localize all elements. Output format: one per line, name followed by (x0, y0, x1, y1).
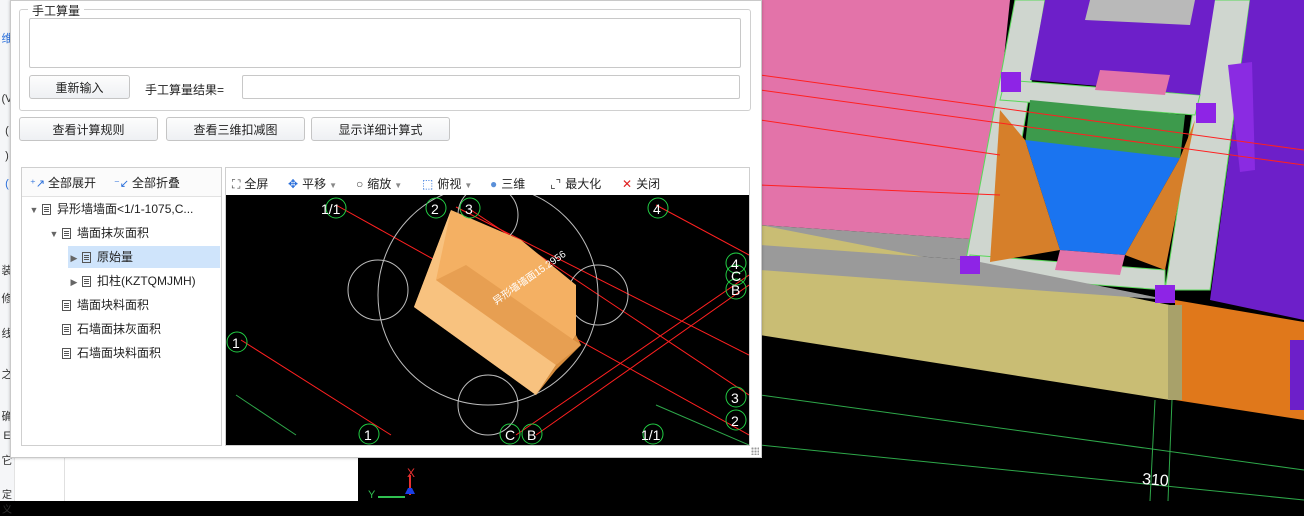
tree-item-label: 扣柱(KZTQMJMH) (97, 274, 196, 288)
close-viewer-button[interactable]: ✕ 关闭 (622, 175, 660, 192)
cube-icon: ⬚ (422, 177, 434, 191)
axis-label: 3 (731, 390, 739, 406)
maximize-label: 最大化 (565, 177, 602, 191)
zoom-button[interactable]: ○ 缩放 ▼ (356, 175, 402, 192)
3d-view-label: 三维 (501, 177, 526, 191)
axis-y-label: Y (368, 489, 376, 501)
zoom-icon: ○ (356, 177, 364, 191)
dropdown-caret-icon: ▼ (464, 181, 473, 190)
show-formula-button[interactable]: 显示详细计算式 (311, 117, 450, 141)
collapse-arrow-icon[interactable]: ▼ (28, 199, 40, 221)
axis-label: 1 (232, 335, 240, 351)
collapse-all-button[interactable]: ⁻↙ 全部折叠 (114, 174, 180, 191)
nav-char[interactable]: 定义 (0, 486, 14, 516)
expand-arrow-icon[interactable]: ▶ (68, 271, 80, 293)
fullscreen-button[interactable]: ⛶ 全屏 (232, 175, 268, 192)
axis-label: 3 (465, 201, 473, 217)
axis-labels-layer: 1/1 2 3 4 4 C B 3 2 1 1 C B 1/1 异形墙墙面15.… (226, 197, 747, 445)
manual-result-input[interactable] (242, 75, 740, 99)
wall-area-label: 异形墙墙面15.2956 (490, 247, 568, 307)
axis-x-label: X (407, 466, 416, 480)
tree-item-label: 石墙面块料面积 (77, 346, 162, 360)
axis-label: B (731, 282, 740, 298)
reenter-button[interactable]: 重新输入 (29, 75, 130, 99)
tree-item-label: 异形墙墙面<1/1-1075,C... (57, 202, 194, 216)
document-icon (62, 348, 71, 359)
dimension-label: 310 (1141, 470, 1170, 491)
pan-button[interactable]: ✥ 平移 ▼ (288, 175, 337, 192)
axis-label: 1/1 (321, 201, 341, 217)
pan-icon: ✥ (288, 177, 299, 191)
collapse-arrow-icon[interactable]: ▼ (48, 223, 60, 245)
collapse-all-icon: ⁻↙ (114, 178, 130, 190)
pan-label: 平移 (302, 177, 327, 191)
viewer-toolbar: ⛶ 全屏 ✥ 平移 ▼ ○ 缩放 ▼ ⬚ 俯视 ▼ ● 三维 ⌞⌝ 最大化 ✕ 关闭 (226, 168, 749, 196)
calculation-tree-panel: ⁺↗ 全部展开 ⁻↙ 全部折叠 ▼ 异形墙墙面<1/1-1075,C... ▼ 墙面抹灰… (21, 167, 222, 446)
tree-item-deduct-column[interactable]: ▶ 扣柱(KZTQMJMH) (68, 270, 196, 292)
expand-all-label: 全部展开 (48, 176, 97, 190)
axis-label: 1/1 (641, 427, 661, 443)
tree-item-original-quantity[interactable]: ▶ 原始量 (68, 246, 220, 268)
tree-item-plaster-area[interactable]: ▼ 墙面抹灰面积 (48, 222, 149, 244)
3d-deduction-viewer[interactable]: ⛶ 全屏 ✥ 平移 ▼ ○ 缩放 ▼ ⬚ 俯视 ▼ ● 三维 ⌞⌝ 最大化 ✕ 关闭 (225, 167, 750, 446)
tree-item-label: 原始量 (97, 250, 134, 264)
tree-item-tile-area[interactable]: 墙面块料面积 (60, 294, 149, 316)
manual-result-label: 手工算量结果= (145, 83, 225, 97)
axis-label: 4 (653, 201, 661, 217)
collapse-all-label: 全部折叠 (132, 176, 181, 190)
dropdown-caret-icon: ▼ (394, 181, 403, 190)
document-icon (42, 204, 51, 215)
top-view-button[interactable]: ⬚ 俯视 ▼ (422, 175, 472, 192)
maximize-icon: ⌞⌝ (550, 177, 562, 191)
expand-all-icon: ⁺↗ (30, 178, 46, 190)
manual-group-title: 手工算量 (28, 2, 85, 19)
3d-view-button[interactable]: ● 三维 (490, 175, 525, 192)
axis-label: 2 (431, 201, 439, 217)
document-icon (62, 324, 71, 335)
view-3d-deduction-button[interactable]: 查看三维扣减图 (166, 117, 305, 141)
document-icon (82, 252, 91, 263)
tree-item-label: 墙面抹灰面积 (77, 226, 150, 240)
manual-calculation-group: 手工算量 重新输入 手工算量结果= (19, 2, 751, 111)
axis-label: 2 (731, 413, 739, 429)
calculation-dialog: 手工算量 重新输入 手工算量结果= 查看计算规则 查看三维扣减图 显示详细计算式… (10, 0, 762, 458)
document-icon (82, 276, 91, 287)
tree-item-root[interactable]: ▼ 异形墙墙面<1/1-1075,C... (28, 198, 194, 221)
manual-formula-textarea[interactable] (29, 18, 741, 68)
axis-label: B (527, 427, 536, 443)
document-icon (62, 300, 71, 311)
close-icon: ✕ (622, 177, 633, 191)
fullscreen-icon: ⛶ (232, 177, 241, 191)
resize-grip[interactable] (751, 447, 759, 455)
sphere-icon: ● (490, 177, 498, 191)
zoom-label: 缩放 (367, 177, 392, 191)
expand-all-button[interactable]: ⁺↗ 全部展开 (30, 174, 96, 191)
close-label: 关闭 (636, 177, 661, 191)
tree-item-stone-plaster-area[interactable]: 石墙面抹灰面积 (60, 318, 161, 340)
dropdown-caret-icon: ▼ (329, 181, 337, 190)
fullscreen-label: 全屏 (244, 177, 269, 191)
top-view-label: 俯视 (437, 177, 462, 191)
view-rules-button[interactable]: 查看计算规则 (19, 117, 158, 141)
axis-label: 1 (364, 427, 372, 443)
axis-label: C (505, 427, 515, 443)
expand-arrow-icon[interactable]: ▶ (68, 247, 80, 269)
tree-item-label: 墙面块料面积 (77, 298, 150, 312)
tree-toolbar: ⁺↗ 全部展开 ⁻↙ 全部折叠 (22, 168, 221, 197)
maximize-button[interactable]: ⌞⌝ 最大化 (550, 175, 601, 192)
tree-item-stone-tile-area[interactable]: 石墙面块料面积 (60, 342, 161, 364)
tree-item-label: 石墙面抹灰面积 (77, 322, 162, 336)
document-icon (62, 228, 71, 239)
